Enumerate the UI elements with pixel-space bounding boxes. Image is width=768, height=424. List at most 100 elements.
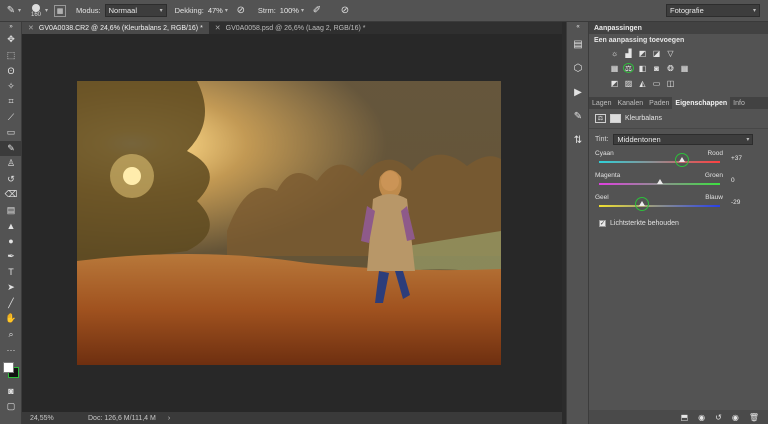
document-size: Doc: 126,6 M/111,4 M bbox=[88, 414, 156, 422]
slider-track[interactable] bbox=[599, 205, 720, 207]
posterize-icon[interactable]: ▨ bbox=[623, 78, 634, 88]
status-menu-icon[interactable]: › bbox=[168, 415, 170, 422]
selective-color-icon[interactable]: ◫ bbox=[665, 78, 676, 88]
opacity-dropdown-icon[interactable]: ▾ bbox=[225, 7, 228, 14]
tab-channels[interactable]: Kanalen bbox=[614, 100, 646, 107]
cyan-red-slider[interactable]: Cyaan Rood +37 bbox=[589, 150, 768, 172]
lasso-tool-icon[interactable]: ʘ bbox=[0, 63, 22, 79]
eyedropper-tool-icon[interactable]: ⟋ bbox=[0, 110, 22, 126]
color-balance-icon: ⚖ bbox=[595, 114, 606, 123]
pressure-size-icon[interactable]: ⊘ bbox=[338, 4, 352, 18]
brush-settings-icon[interactable]: ✎ bbox=[567, 104, 589, 128]
brush-preview-icon bbox=[32, 3, 41, 12]
blur-tool-icon[interactable]: ▲ bbox=[0, 218, 22, 234]
brush-size-dropdown-icon[interactable]: ▾ bbox=[45, 7, 48, 14]
zoom-tool-icon[interactable]: ⌕ bbox=[0, 327, 22, 343]
threshold-icon[interactable]: ◭ bbox=[637, 78, 648, 88]
document-canvas[interactable] bbox=[22, 34, 562, 412]
path-select-tool-icon[interactable]: ➤ bbox=[0, 280, 22, 296]
color-lookup-icon[interactable]: ▦ bbox=[679, 63, 690, 73]
screen-mode-icon[interactable]: ▢ bbox=[0, 399, 22, 415]
color-balance-icon[interactable]: ⚖ bbox=[623, 63, 634, 73]
magenta-green-slider[interactable]: Magenta Groen 0 bbox=[589, 172, 768, 194]
view-previous-icon[interactable]: ◉ bbox=[698, 413, 705, 422]
tone-select[interactable]: Middentonen ▾ bbox=[613, 134, 754, 145]
brightness-contrast-icon[interactable]: ☼ bbox=[609, 48, 620, 58]
close-icon[interactable]: ✕ bbox=[28, 24, 34, 32]
gradient-tool-icon[interactable]: ▤ bbox=[0, 203, 22, 219]
gradient-map-icon[interactable]: ▭ bbox=[651, 78, 662, 88]
slider-value[interactable]: -29 bbox=[729, 197, 757, 207]
mode-select[interactable]: Normaal ▾ bbox=[104, 4, 167, 17]
slider-handle[interactable] bbox=[656, 179, 663, 184]
tab-layers[interactable]: Lagen bbox=[589, 100, 614, 107]
foreground-color-swatch[interactable] bbox=[3, 361, 14, 373]
brush-size-picker[interactable]: 160 bbox=[27, 3, 45, 18]
workspace-select[interactable]: Fotografie ▾ bbox=[666, 4, 760, 17]
3d-panel-icon[interactable]: ⬡ bbox=[567, 56, 589, 80]
history-brush-tool-icon[interactable]: ↺ bbox=[0, 172, 22, 188]
vibrance-icon[interactable]: ▽ bbox=[665, 48, 676, 58]
tab-properties[interactable]: Eigenschappen bbox=[672, 97, 731, 109]
pressure-opacity-icon[interactable]: ⊘ bbox=[234, 4, 248, 18]
tab-paths[interactable]: Paden bbox=[646, 100, 672, 107]
properties-header: ⚖ Kleurbalans bbox=[589, 109, 768, 129]
dodge-tool-icon[interactable]: ● bbox=[0, 234, 22, 250]
mask-icon[interactable] bbox=[610, 114, 621, 123]
brush-tool-icon[interactable]: ✎ bbox=[0, 140, 22, 156]
flow-value[interactable]: 100% bbox=[280, 6, 299, 15]
black-white-icon[interactable]: ◧ bbox=[637, 63, 648, 73]
chevron-down-icon: ▾ bbox=[159, 8, 163, 14]
clone-stamp-tool-icon[interactable]: ♙ bbox=[0, 156, 22, 172]
marquee-tool-icon[interactable]: ⬚ bbox=[0, 48, 22, 64]
pen-tool-icon[interactable]: ✒ bbox=[0, 249, 22, 265]
add-adjustment-label: Een aanpassing toevoegen bbox=[594, 37, 685, 44]
hue-saturation-icon[interactable]: ▦ bbox=[609, 63, 620, 73]
clip-to-layer-icon[interactable]: ⬒ bbox=[681, 413, 689, 422]
brush-tool-icon[interactable]: ✎ bbox=[4, 4, 18, 18]
quick-select-tool-icon[interactable]: ✧ bbox=[0, 79, 22, 95]
status-bar: 24,55% Doc: 126,6 M/111,4 M › bbox=[22, 412, 562, 424]
eraser-tool-icon[interactable]: ⌫ bbox=[0, 187, 22, 203]
brush-panel-icon[interactable]: ▦ bbox=[54, 4, 67, 17]
slider-value[interactable]: 0 bbox=[729, 175, 757, 185]
actions-panel-icon[interactable]: ▶ bbox=[567, 80, 589, 104]
flow-dropdown-icon[interactable]: ▾ bbox=[301, 7, 304, 14]
reset-icon[interactable]: ↺ bbox=[715, 413, 722, 422]
type-tool-icon[interactable]: T bbox=[0, 265, 22, 281]
visibility-eye-icon[interactable]: ◉ bbox=[732, 413, 739, 422]
tab-info[interactable]: Info bbox=[730, 100, 748, 107]
preserve-luminosity-checkbox[interactable]: ✓ bbox=[599, 220, 606, 227]
hand-tool-icon[interactable]: ✋ bbox=[0, 311, 22, 327]
more-tools-icon[interactable]: ··· bbox=[0, 342, 22, 358]
levels-icon[interactable]: ▟ bbox=[623, 48, 634, 58]
adjustments-panel-header[interactable]: Aanpassingen bbox=[589, 22, 768, 34]
line-tool-icon[interactable]: ╱ bbox=[0, 296, 22, 312]
trash-icon[interactable]: 🗑 bbox=[749, 413, 759, 422]
photo-filter-icon[interactable]: ◙ bbox=[651, 63, 662, 73]
quick-mask-icon[interactable]: ◙ bbox=[0, 384, 22, 400]
slider-value[interactable]: +37 bbox=[729, 153, 757, 163]
history-panel-icon[interactable]: ▤ bbox=[567, 32, 589, 56]
tool-preset-dropdown-icon[interactable]: ▾ bbox=[18, 7, 21, 14]
collapse-icon[interactable]: » bbox=[0, 22, 22, 32]
collapse-icon[interactable]: « bbox=[567, 22, 589, 32]
tab-document-2[interactable]: ✕ GV0A0058.psd @ 26,6% (Laag 2, RGB/16) … bbox=[209, 22, 372, 34]
move-tool-icon[interactable]: ✥ bbox=[0, 32, 22, 48]
preserve-luminosity-row[interactable]: ✓ Lichtsterkte behouden bbox=[589, 216, 768, 231]
adjust-sliders-icon[interactable]: ⇅ bbox=[567, 128, 589, 152]
workspace-value: Fotografie bbox=[670, 6, 704, 15]
close-icon[interactable]: ✕ bbox=[215, 24, 221, 32]
zoom-level[interactable]: 24,55% bbox=[30, 415, 74, 422]
opacity-value[interactable]: 47% bbox=[208, 6, 223, 15]
curves-icon[interactable]: ◩ bbox=[637, 48, 648, 58]
slider-track[interactable] bbox=[599, 161, 720, 163]
yellow-blue-slider[interactable]: Geel Blauw -29 bbox=[589, 194, 768, 216]
airbrush-icon[interactable]: ✐ bbox=[310, 4, 324, 18]
channel-mixer-icon[interactable]: ❂ bbox=[665, 63, 676, 73]
exposure-icon[interactable]: ◪ bbox=[651, 48, 662, 58]
invert-icon[interactable]: ◩ bbox=[609, 78, 620, 88]
tab-document-1[interactable]: ✕ GV0A0038.CR2 @ 24,6% (Kleurbalans 2, R… bbox=[22, 22, 209, 34]
healing-brush-tool-icon[interactable]: ▭ bbox=[0, 125, 22, 141]
crop-tool-icon[interactable]: ⌗ bbox=[0, 94, 22, 110]
